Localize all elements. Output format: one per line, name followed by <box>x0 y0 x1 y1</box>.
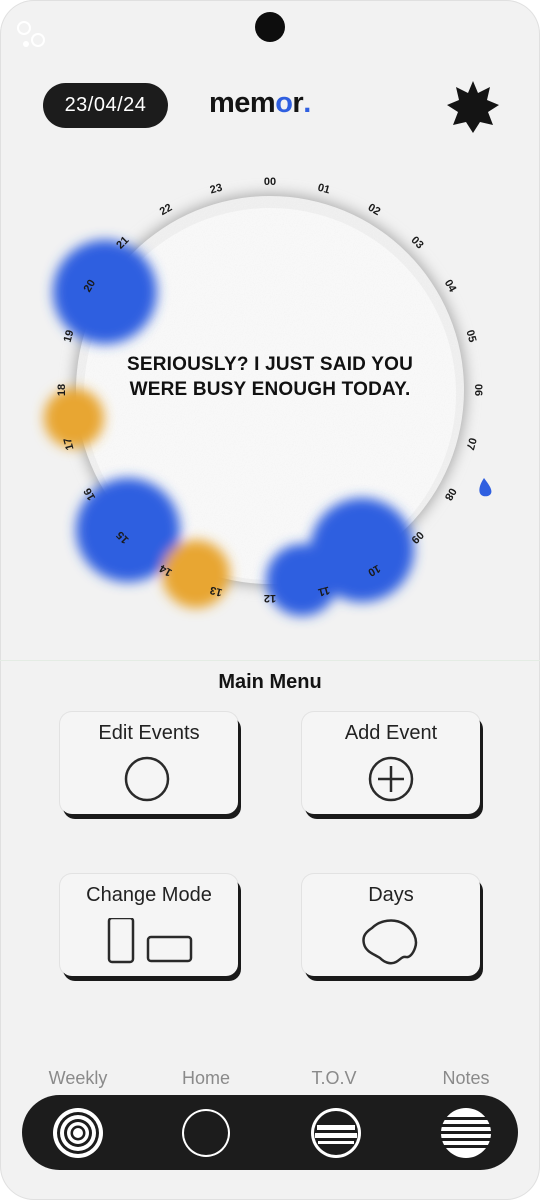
days-button[interactable]: Days <box>302 874 480 976</box>
change-mode-label: Change Mode <box>86 884 212 906</box>
tab-label-weekly: Weekly <box>48 1068 108 1088</box>
hour-label: 00 <box>264 176 276 188</box>
days-label: Days <box>368 884 414 906</box>
bottom-tab-bar <box>22 1095 518 1170</box>
change-mode-button[interactable]: Change Mode <box>60 874 238 976</box>
hour-label: 12 <box>264 592 276 604</box>
dial-message: SERIOUSLY? I JUST SAID YOU WERE BUSY ENO… <box>126 354 414 400</box>
hour-label: 18 <box>56 384 68 396</box>
hour-label: 22 <box>158 202 175 219</box>
hour-label: 23 <box>209 182 224 197</box>
orientation-icon <box>107 918 193 964</box>
phone-screen: 23/04/24 mem o r. 00 01 02 03 04 05 06 0… <box>0 0 540 1200</box>
menu-title: Main Menu <box>218 671 322 693</box>
tab-label-notes: Notes <box>442 1068 490 1088</box>
front-camera <box>255 12 285 42</box>
corner-dots-icon <box>17 21 45 47</box>
edit-events-label: Edit Events <box>98 722 200 744</box>
circle-icon <box>124 756 170 802</box>
plus-circle-icon <box>368 756 414 802</box>
day-dial[interactable]: 00 01020304050607080910111213141516171819… <box>0 160 540 650</box>
tab-label-tov: T.O.V <box>311 1068 357 1088</box>
tab-labels: Weekly Home T.O.V Notes <box>0 1068 540 1090</box>
add-event-label: Add Event <box>344 722 438 744</box>
hour-label: 02 <box>366 202 383 219</box>
time-marker-icon <box>479 478 492 497</box>
blob-icon <box>362 919 418 965</box>
app-logo: mem o r. <box>209 87 311 119</box>
event-blob-20[interactable] <box>53 240 157 344</box>
add-event-button[interactable]: Add Event <box>302 712 480 814</box>
date-badge[interactable]: 23/04/24 <box>43 83 168 128</box>
home-circle-icon[interactable] <box>178 1105 234 1161</box>
hour-label: 07 <box>464 436 479 451</box>
hour-label: 05 <box>464 329 479 344</box>
hour-label: 04 <box>442 278 459 295</box>
star-icon[interactable] <box>445 79 501 135</box>
hour-label: 08 <box>442 486 459 503</box>
lined-circle-icon[interactable] <box>438 1105 494 1161</box>
concentric-circles-icon[interactable] <box>50 1105 106 1161</box>
divider <box>0 660 540 661</box>
date-text: 23/04/24 <box>64 94 147 116</box>
edit-events-button[interactable]: Edit Events <box>60 712 238 814</box>
hour-label: 01 <box>316 182 331 197</box>
hour-label: 03 <box>409 234 426 251</box>
tab-label-home: Home <box>181 1068 230 1088</box>
striped-circle-icon[interactable] <box>308 1105 364 1161</box>
hour-label: 06 <box>472 384 484 396</box>
